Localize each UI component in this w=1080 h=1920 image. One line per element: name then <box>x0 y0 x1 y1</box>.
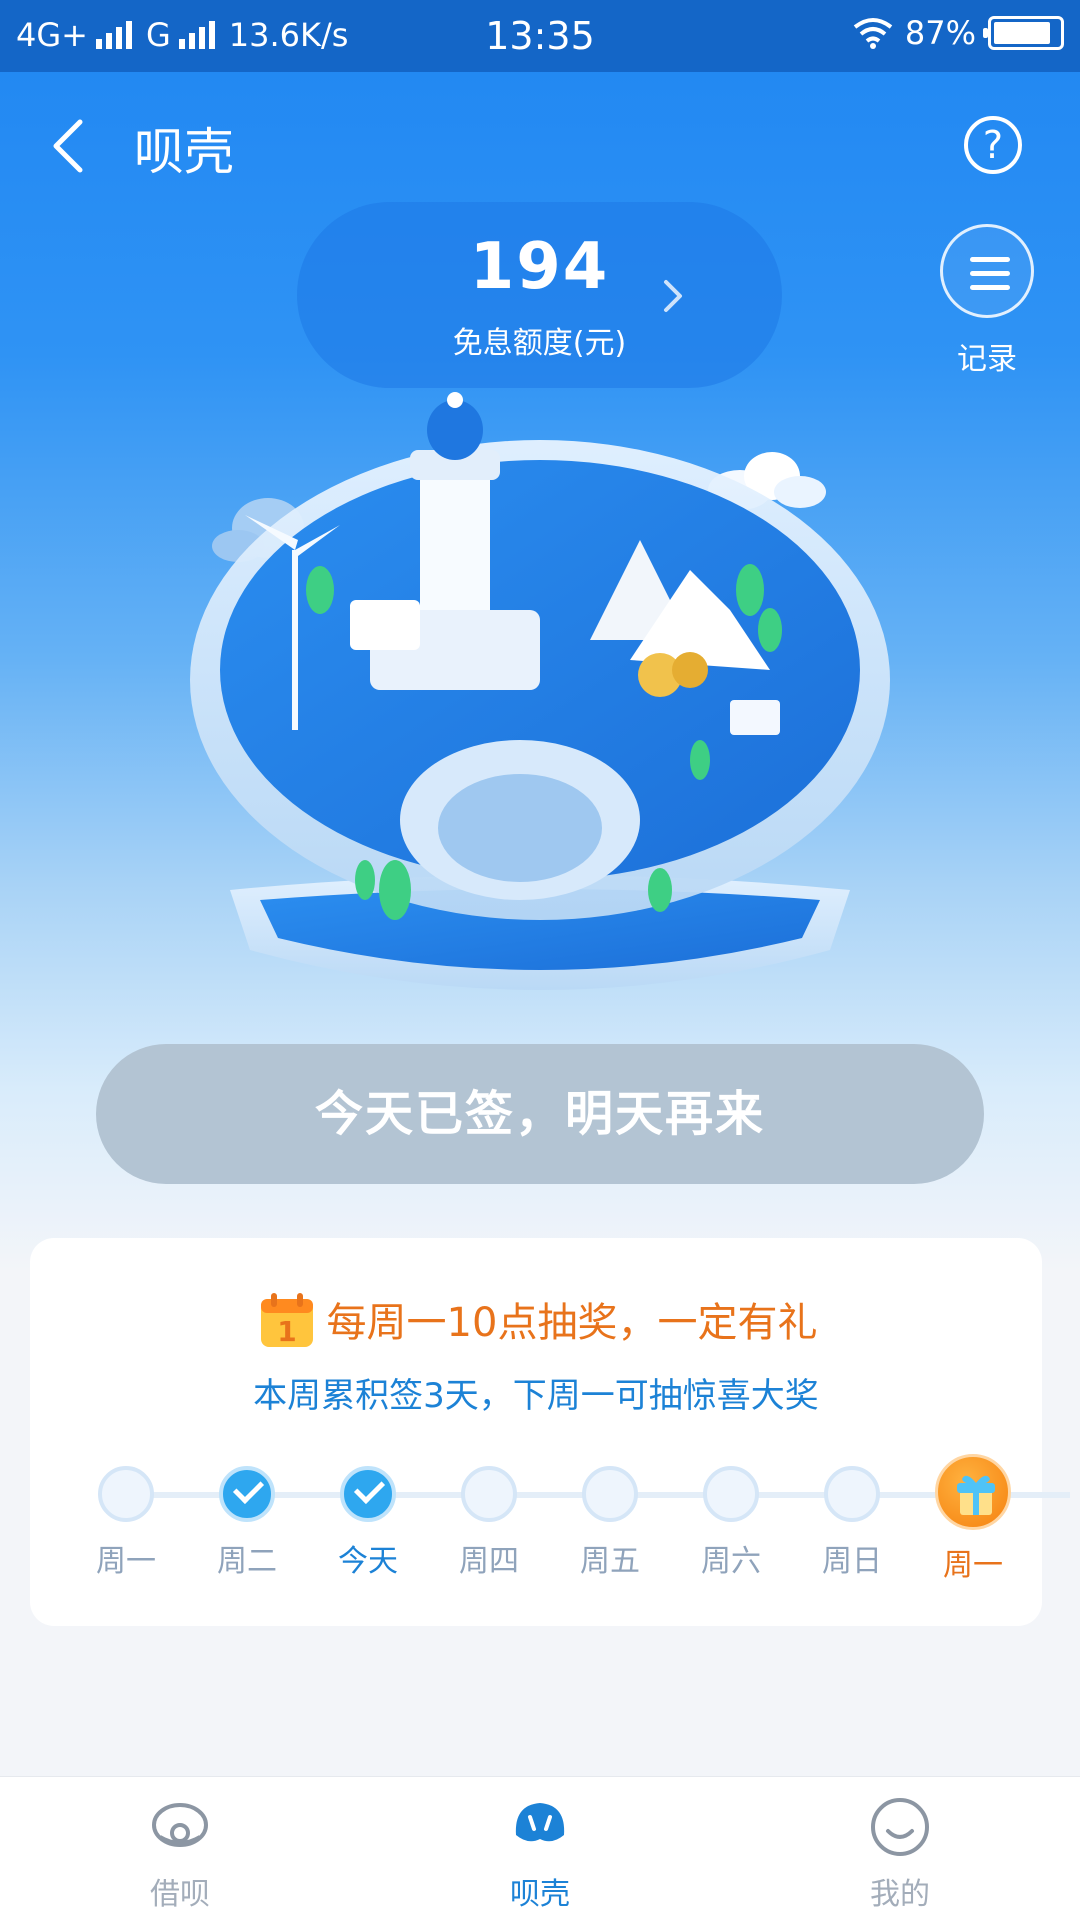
day-unchecked-dot <box>461 1466 517 1522</box>
day-item-today: 今天 <box>308 1466 428 1580</box>
tab-beike[interactable]: 呗壳 <box>460 1795 620 1913</box>
svg-text:1: 1 <box>277 1315 296 1348</box>
lottery-title-text: 每周一10点抽奖，一定有礼 <box>326 1300 818 1346</box>
weekly-lottery-card: 1 每周一10点抽奖，一定有礼 本周累积签3天，下周一可抽惊喜大奖 周一 周二 … <box>30 1238 1070 1626</box>
battery-icon <box>983 16 1064 50</box>
signin-button[interactable]: 今天已签，明天再来 <box>96 1044 984 1184</box>
smiley-icon <box>871 1798 929 1856</box>
reward-day-label: 周一 <box>943 1548 1003 1583</box>
day-item: 周二 <box>187 1466 307 1580</box>
page-title: 呗壳 <box>134 123 234 181</box>
day-unchecked-dot <box>582 1466 638 1522</box>
day-item: 周日 <box>792 1466 912 1580</box>
lottery-subtitle: 本周累积签3天，下周一可抽惊喜大奖 <box>253 1376 819 1416</box>
shell-icon <box>515 1803 565 1842</box>
record-button[interactable] <box>940 224 1034 318</box>
battery-percent: 87% <box>904 14 976 52</box>
lottery-title: 1 每周一10点抽奖，一定有礼 <box>30 1290 1042 1357</box>
day-item: 周一 <box>66 1466 186 1580</box>
quota-pill[interactable]: 194 免息额度(元) <box>297 202 782 388</box>
navigation-bar: 呗壳 ? <box>0 72 1080 212</box>
check-icon <box>219 1466 275 1522</box>
wifi-icon <box>853 18 893 49</box>
reward-day-item[interactable]: 周一 <box>913 1454 1033 1584</box>
island-illustration <box>190 392 890 990</box>
chevron-right-icon <box>664 280 682 312</box>
check-icon <box>340 1466 396 1522</box>
day-item: 周四 <box>429 1466 549 1580</box>
tab-wode[interactable]: 我的 <box>820 1795 980 1913</box>
day-unchecked-dot <box>703 1466 759 1522</box>
status-bar: 4G+ G 13.6K/s 13:35 87% <box>0 0 1080 72</box>
day-item: 周六 <box>671 1466 791 1580</box>
day-unchecked-dot <box>98 1466 154 1522</box>
menu-icon <box>970 257 1010 262</box>
day-unchecked-dot <box>824 1466 880 1522</box>
bottom-tab-bar: 借呗 呗壳 我的 <box>0 1776 1080 1920</box>
calendar-icon: 1 <box>260 1293 313 1348</box>
tab-jiebei[interactable]: 借呗 <box>100 1795 260 1913</box>
pearl-shell-icon <box>152 1803 208 1847</box>
quota-value: 194 <box>469 230 610 304</box>
gift-icon <box>935 1454 1011 1530</box>
quota-label: 免息额度(元) <box>452 326 627 361</box>
help-icon[interactable]: ? <box>964 116 1022 174</box>
day-item: 周五 <box>550 1466 670 1580</box>
record-label: 记录 <box>957 342 1017 377</box>
chevron-left-icon[interactable] <box>44 116 94 176</box>
